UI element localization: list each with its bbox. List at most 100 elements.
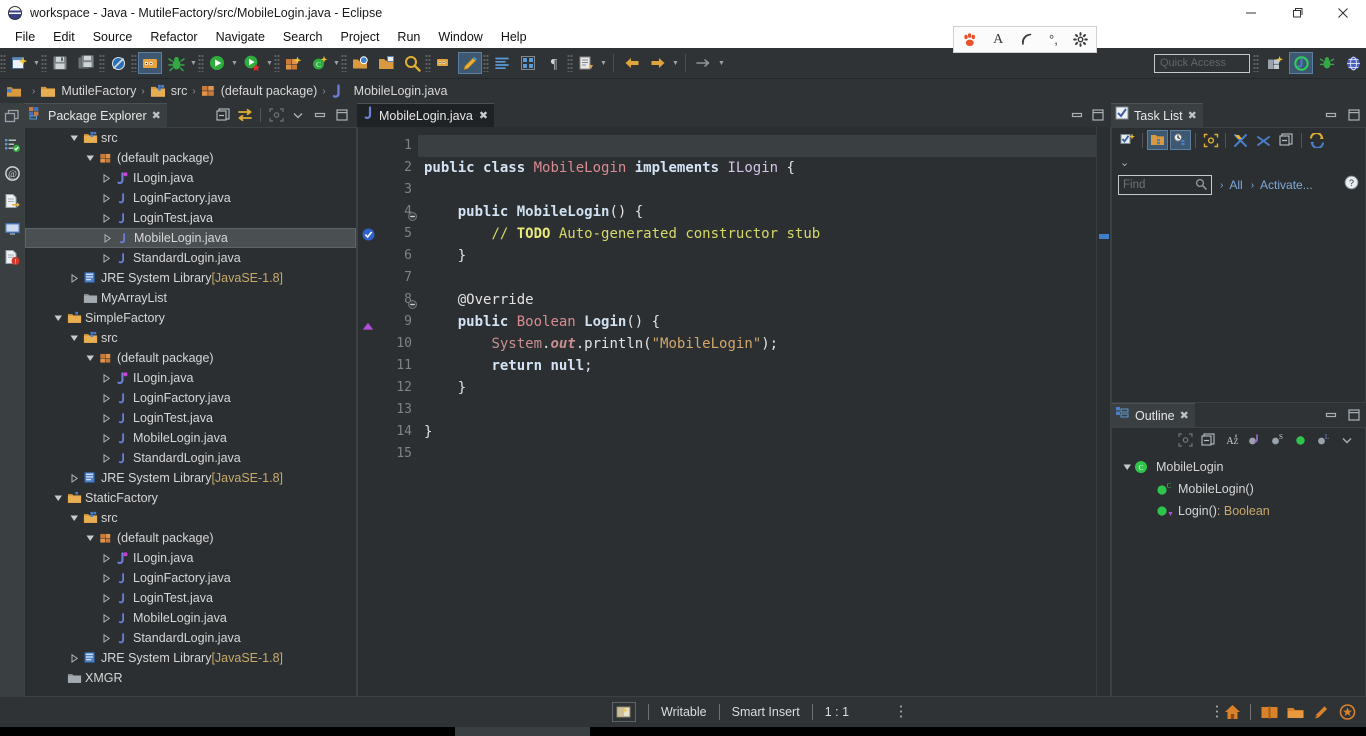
chevron-right-icon[interactable]: [99, 613, 113, 623]
maximize-icon[interactable]: [1346, 407, 1362, 423]
package-explorer-tab[interactable]: Package Explorer ✖: [24, 103, 167, 127]
chevron-right-icon[interactable]: [67, 473, 81, 483]
writable-mode-icon[interactable]: [612, 702, 636, 722]
tree-row[interactable]: StaticFactory: [25, 488, 356, 508]
next-annotation-icon[interactable]: [574, 52, 598, 74]
activate-link[interactable]: Activate...: [1260, 178, 1313, 192]
forward-icon[interactable]: [646, 52, 670, 74]
maximize-icon[interactable]: [1346, 107, 1362, 123]
chevron-right-icon[interactable]: [99, 373, 113, 383]
restore-icon[interactable]: [2, 106, 22, 128]
chevron-right-icon[interactable]: [99, 433, 113, 443]
focus-icon[interactable]: [266, 105, 286, 125]
outline-item[interactable]: Login() : Boolean: [1112, 500, 1365, 522]
filter-all-link[interactable]: All: [1229, 178, 1242, 192]
schedule-icon[interactable]: [1170, 130, 1191, 150]
hide-static-icon[interactable]: S: [1267, 430, 1288, 450]
maximize-icon[interactable]: [332, 105, 352, 125]
quick-access-input[interactable]: Quick Access: [1154, 53, 1250, 73]
chevron-right-icon[interactable]: [99, 573, 113, 583]
tree-row[interactable]: src: [25, 508, 356, 528]
code-line[interactable]: public MobileLogin() {: [424, 201, 643, 223]
chevron-right-icon[interactable]: [99, 453, 113, 463]
moon-icon[interactable]: [1019, 32, 1034, 47]
close-icon[interactable]: ✖: [152, 109, 161, 122]
code-line[interactable]: System.out.println("MobileLogin");: [424, 333, 778, 355]
pilcrow-icon[interactable]: ¶: [542, 52, 566, 74]
tree-row[interactable]: MobileLogin.java: [25, 228, 356, 248]
tree-row[interactable]: ILogin.java: [25, 168, 356, 188]
minimize-icon[interactable]: [1323, 107, 1339, 123]
minimize-icon[interactable]: [1323, 407, 1339, 423]
debug-dropdown[interactable]: ▼: [189, 53, 198, 73]
breadcrumb-item-project[interactable]: MutileFactory: [40, 84, 136, 99]
code-line[interactable]: @Override: [424, 289, 534, 311]
view-menu-icon[interactable]: [1336, 430, 1357, 450]
tree-row[interactable]: LoginTest.java: [25, 408, 356, 428]
new-class-icon[interactable]: C: [307, 52, 331, 74]
tree-row[interactable]: ILogin.java: [25, 548, 356, 568]
outline-tree[interactable]: C MobileLogin C MobileLogin() Login() : Bool…: [1112, 452, 1365, 522]
todo-marker-icon[interactable]: [362, 228, 375, 246]
outline-item[interactable]: C MobileLogin: [1112, 456, 1365, 478]
new-java-project-icon[interactable]: [281, 52, 305, 74]
filter-complete-icon[interactable]: [1230, 130, 1251, 150]
menu-search[interactable]: Search: [274, 29, 332, 45]
new-wizard-icon[interactable]: [7, 52, 31, 74]
run-error-dropdown[interactable]: ▼: [265, 53, 274, 73]
focus-icon[interactable]: [1175, 430, 1196, 450]
tree-row[interactable]: XMGR: [25, 668, 356, 688]
debug-perspective-btn-icon[interactable]: [1315, 52, 1339, 74]
tree-row[interactable]: StandardLogin.java: [25, 628, 356, 648]
new-wizard-dropdown[interactable]: ▼: [32, 53, 41, 73]
categorize-icon[interactable]: [1147, 130, 1168, 150]
editor-code-area[interactable]: public class MobileLogin implements ILog…: [418, 127, 1096, 696]
debug-perspective-icon[interactable]: [138, 52, 162, 74]
back-dropdown[interactable]: ▼: [671, 53, 680, 73]
tree-row[interactable]: LoginFactory.java: [25, 188, 356, 208]
tree-row[interactable]: src: [25, 328, 356, 348]
tree-row[interactable]: MobileLogin.java: [25, 608, 356, 628]
view-menu-icon[interactable]: [288, 105, 308, 125]
close-button[interactable]: [1320, 0, 1366, 26]
chevron-right-icon[interactable]: [99, 413, 113, 423]
toggle-breakpoint-icon[interactable]: [106, 52, 130, 74]
chevron-right-icon[interactable]: [99, 553, 113, 563]
filter-icon[interactable]: [1253, 130, 1274, 150]
tree-row[interactable]: StandardLogin.java: [25, 448, 356, 468]
paw-icon[interactable]: [962, 32, 978, 48]
breadcrumb-item-src[interactable]: src: [150, 84, 187, 99]
search-icon[interactable]: [1195, 178, 1207, 193]
chevron-down-icon[interactable]: [83, 354, 97, 363]
tree-row[interactable]: LoginTest.java: [25, 208, 356, 228]
open-task-icon[interactable]: [348, 52, 372, 74]
task-list-icon[interactable]: [2, 134, 22, 156]
tree-row[interactable]: JRE System Library [JavaSE-1.8]: [25, 268, 356, 288]
open-resource-icon[interactable]: [374, 52, 398, 74]
code-line[interactable]: }: [424, 245, 466, 267]
override-marker-icon[interactable]: [362, 318, 374, 336]
maximize-icon[interactable]: [1090, 107, 1106, 123]
minimize-button[interactable]: [1228, 0, 1274, 26]
code-line[interactable]: }: [424, 377, 466, 399]
status-overflow-handle[interactable]: [899, 704, 904, 720]
chevron-right-icon[interactable]: [99, 633, 113, 643]
chevron-right-icon[interactable]: [100, 233, 114, 243]
chevron-down-icon[interactable]: [67, 334, 81, 343]
javadoc-icon[interactable]: @: [2, 162, 22, 184]
breadcrumb-item-file[interactable]: MobileLogin.java: [331, 83, 447, 99]
menu-edit[interactable]: Edit: [44, 29, 84, 45]
chevron-right-icon[interactable]: [67, 653, 81, 663]
console-icon[interactable]: [2, 218, 22, 240]
next-annotation-dropdown[interactable]: ▼: [599, 53, 608, 73]
code-line[interactable]: return null;: [424, 355, 592, 377]
hide-local-icon[interactable]: L: [1313, 430, 1334, 450]
chevron-down-icon[interactable]: [83, 154, 97, 163]
tree-row[interactable]: MobileLogin.java: [25, 428, 356, 448]
link-with-editor-icon[interactable]: [235, 105, 255, 125]
task-view-menu-icon[interactable]: ⌄: [1120, 156, 1129, 169]
chevron-down-icon[interactable]: [67, 514, 81, 523]
minimize-icon[interactable]: [310, 105, 330, 125]
tree-row[interactable]: LoginFactory.java: [25, 388, 356, 408]
chevron-down-icon[interactable]: [67, 134, 81, 143]
